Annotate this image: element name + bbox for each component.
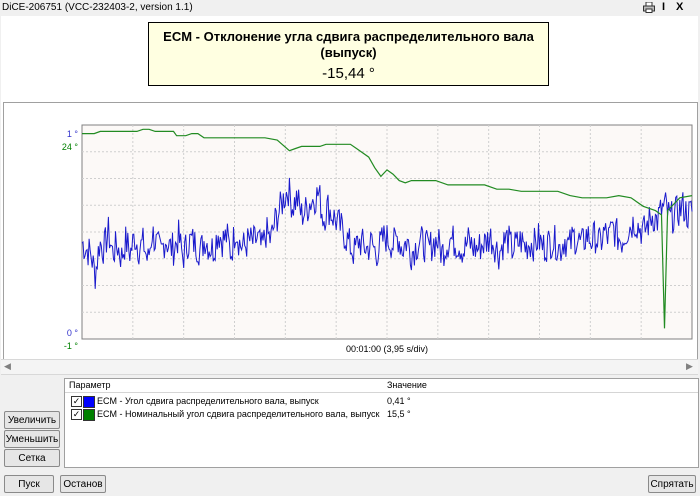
readout-box: ECM - Отклонение угла сдвига распределит… bbox=[148, 22, 549, 86]
grid-button[interactable]: Сетка bbox=[4, 449, 60, 467]
title-bar: DiCE-206751 (VCC-232403-2, version 1.1) … bbox=[0, 0, 700, 16]
readout-value: -15,44 ° bbox=[322, 65, 375, 82]
stop-button[interactable]: Останов bbox=[60, 475, 106, 493]
y-ticks: 1 ° 24 ° 0 ° -1 ° bbox=[62, 129, 79, 351]
printer-icon[interactable] bbox=[643, 2, 655, 13]
row-parameter-name: ECM - Номинальный угол сдвига распредели… bbox=[97, 409, 380, 419]
y-tick-label: 0 ° bbox=[67, 328, 79, 338]
horizontal-scrollbar[interactable]: ◀ ▶ bbox=[1, 359, 698, 375]
table-row[interactable]: ✓ ECM - Угол сдвига распределительного в… bbox=[65, 395, 698, 408]
info-icon[interactable]: I bbox=[662, 1, 665, 13]
table-header: Параметр Значение bbox=[65, 379, 698, 393]
close-icon[interactable]: X bbox=[676, 1, 683, 13]
hide-button[interactable]: Спрятать bbox=[648, 475, 696, 493]
chart: 1 ° 24 ° 0 ° -1 ° 00:01:00 (3,95 s/div) bbox=[62, 124, 693, 354]
row-color-swatch bbox=[83, 409, 95, 421]
y-tick-label: -1 ° bbox=[64, 341, 79, 351]
row-parameter-value: 0,41 ° bbox=[387, 396, 411, 406]
zoom-in-button[interactable]: Увеличить bbox=[4, 411, 60, 429]
chart-panel: 1 ° 24 ° 0 ° -1 ° 00:01:00 (3,95 s/div) bbox=[3, 102, 698, 360]
table-row[interactable]: ✓ ECM - Номинальный угол сдвига распреде… bbox=[65, 408, 698, 421]
header-parameter: Параметр bbox=[69, 380, 111, 390]
row-color-swatch bbox=[83, 396, 95, 408]
header-value: Значение bbox=[387, 380, 427, 390]
time-axis-label: 00:01:00 (3,95 s/div) bbox=[346, 344, 428, 354]
row-checkbox[interactable]: ✓ bbox=[71, 396, 82, 407]
start-button[interactable]: Пуск bbox=[4, 475, 54, 493]
row-parameter-name: ECM - Угол сдвига распределительного вал… bbox=[97, 396, 319, 406]
y-tick-label: 1 ° bbox=[67, 129, 79, 139]
row-checkbox[interactable]: ✓ bbox=[71, 409, 82, 420]
scroll-right-icon[interactable]: ▶ bbox=[686, 361, 693, 372]
scroll-left-icon[interactable]: ◀ bbox=[4, 361, 11, 372]
parameter-table: Параметр Значение ✓ ECM - Угол сдвига ра… bbox=[64, 378, 699, 468]
zoom-out-button[interactable]: Уменьшить bbox=[4, 430, 60, 448]
y-tick-label: 24 ° bbox=[62, 142, 79, 152]
readout-title: ECM - Отклонение угла сдвига распределит… bbox=[163, 29, 534, 60]
row-parameter-value: 15,5 ° bbox=[387, 409, 411, 419]
window-title: DiCE-206751 (VCC-232403-2, version 1.1) bbox=[2, 2, 193, 13]
